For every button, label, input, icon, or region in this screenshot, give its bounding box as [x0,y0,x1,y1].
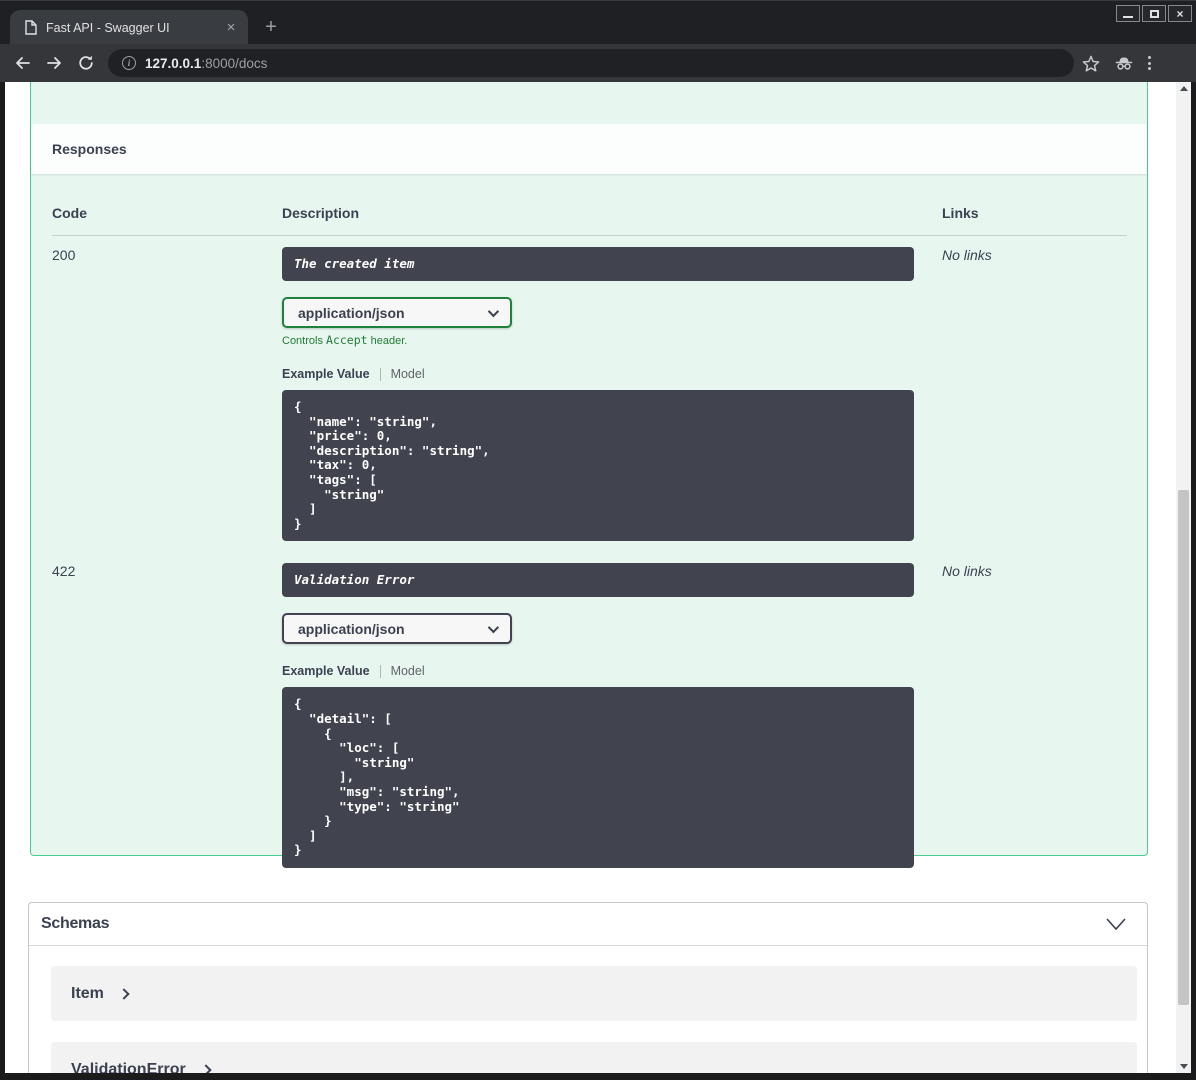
minimize-button[interactable] [1116,5,1140,22]
model-validationerror[interactable]: ValidationError [51,1042,1137,1073]
tab-divider [379,367,381,381]
tab-model[interactable]: Model [391,664,425,678]
browser-menu-icon[interactable] [1148,56,1151,70]
response-description: Validation Error [282,563,914,598]
scroll-down-arrow[interactable] [1176,1060,1191,1073]
scroll-up-arrow[interactable] [1176,82,1191,95]
minimize-icon [1123,15,1133,18]
url-text: 127.0.0.1:8000/docs [145,56,267,71]
response-links: No links [942,563,992,580]
col-header-code: Code [52,205,282,236]
toolbar-right-icons [1082,55,1151,72]
tab-divider [379,664,381,678]
example-json: { "name": "string", "price": 0, "descrip… [282,390,914,542]
window-controls: × [1116,5,1192,22]
post-endpoint-block: Responses Code Description Links 200 The… [30,82,1148,868]
back-arrow-icon [15,57,30,69]
forward-button[interactable] [40,49,68,77]
page-favicon-icon [25,20,37,35]
close-button[interactable]: × [1168,5,1192,22]
example-model-tabs: Example Value Model [282,664,942,678]
responses-table: Code Description Links 200 The created i… [31,174,1147,888]
new-tab-button[interactable]: + [258,17,284,39]
responses-section-header: Responses [31,124,1147,174]
col-header-description: Description [282,205,942,236]
page-viewport: Responses Code Description Links 200 The… [5,82,1176,1073]
browser-tab[interactable]: Fast API - Swagger UI × [10,10,248,45]
media-type-select[interactable]: application/json [282,613,512,645]
tab-close-icon[interactable]: × [222,19,240,37]
example-json: { "detail": [ { "loc": [ "string" ], "ms… [282,687,914,868]
browser-window: Fast API - Swagger UI × + × i 127.0.0.1:… [0,0,1196,1080]
reload-button[interactable] [72,49,100,77]
url-path: :8000/docs [201,55,268,71]
chevron-right-icon [118,987,130,1000]
chevron-right-icon [200,1063,212,1073]
accept-header-note: Controls Accept header. [282,333,408,347]
table-row-200: 200 The created item application/json Co… [52,236,1127,542]
schemas-section: Schemas Item ValidationError [28,902,1148,1073]
window-frame-bottom [0,1073,1196,1080]
tab-example-value[interactable]: Example Value [282,367,370,381]
browser-toolbar: i 127.0.0.1:8000/docs [0,44,1196,82]
close-icon: × [1176,6,1184,21]
schemas-model-list: Item ValidationError [29,946,1147,1073]
tab-title: Fast API - Swagger UI [46,20,170,35]
example-model-tabs: Example Value Model [282,367,942,381]
maximize-icon [1149,9,1159,18]
responses-table-head: Code Description Links [52,205,1127,236]
response-links: No links [942,247,992,263]
tab-model[interactable]: Model [391,367,425,381]
window-frame-right [1191,82,1196,1080]
schemas-section-header[interactable]: Schemas [29,903,1147,946]
response-description-cell: The created item application/json Contro… [282,236,942,542]
response-code: 200 [52,247,76,263]
responses-title: Responses [52,141,127,157]
response-description: The created item [282,247,914,281]
model-item[interactable]: Item [51,966,1137,1021]
bookmark-star-icon[interactable] [1082,55,1100,72]
col-header-links: Links [942,205,1127,236]
opblock-spacer [31,82,1147,124]
address-bar[interactable]: i 127.0.0.1:8000/docs [108,49,1074,77]
window-frame-left [0,82,5,1080]
browser-titlebar: Fast API - Swagger UI × + × [0,0,1196,45]
maximize-button[interactable] [1142,5,1166,22]
url-host: 127.0.0.1 [145,55,202,71]
page-scrollbar[interactable] [1176,82,1191,1073]
schemas-title: Schemas [41,915,110,932]
triangle-down-icon [1179,1064,1188,1069]
response-code: 422 [52,563,76,580]
chevron-down-icon[interactable] [1105,917,1127,931]
forward-arrow-icon [46,57,61,69]
table-row-422: 422 Validation Error application/json Ex… [52,552,1127,868]
media-type-select[interactable]: application/json [282,297,512,328]
tab-example-value[interactable]: Example Value [282,664,370,678]
triangle-up-icon [1179,86,1188,91]
response-description-cell: Validation Error application/json Exampl… [282,552,942,868]
incognito-icon [1115,57,1133,70]
back-button[interactable] [8,49,36,77]
chevron-down-icon [487,621,500,634]
reload-icon [79,55,93,70]
site-info-icon[interactable]: i [122,56,136,70]
scrollbar-thumb[interactable] [1178,490,1189,1005]
chevron-down-icon [487,305,500,317]
